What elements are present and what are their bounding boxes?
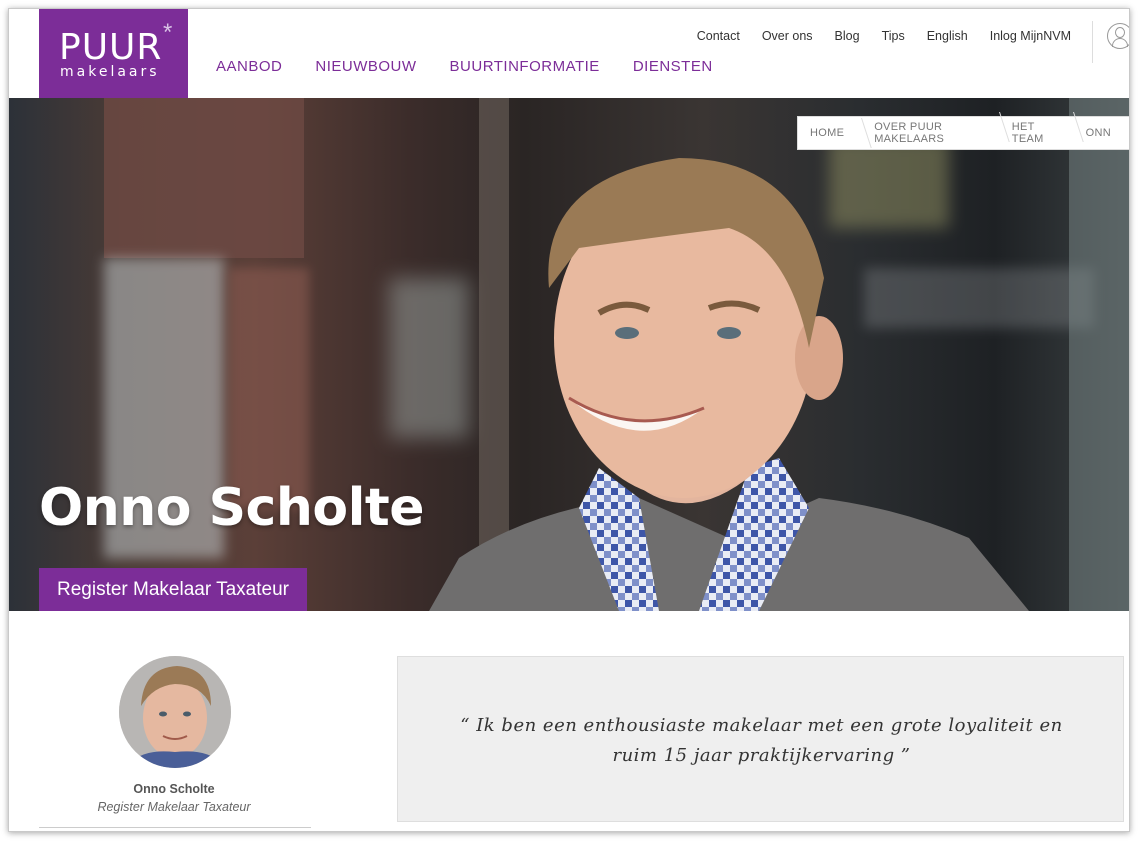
link-contact[interactable]: Contact	[697, 29, 740, 43]
background-blur	[229, 268, 309, 508]
background-blur	[104, 98, 304, 258]
logo-name: PUUR	[59, 27, 163, 68]
link-inlog-mijnnvm[interactable]: Inlog MijnNVM	[990, 29, 1071, 43]
profile-divider	[39, 827, 311, 828]
nav-buurtinformatie[interactable]: BUURTINFORMATIE	[450, 58, 600, 75]
nav-diensten[interactable]: DIENSTEN	[633, 58, 713, 75]
logo[interactable]: PUUR * makelaars	[39, 9, 188, 98]
breadcrumb-current: ONN	[1085, 127, 1111, 139]
header-divider	[1092, 21, 1093, 63]
hero-portrait-photo	[429, 158, 1029, 611]
nav-nieuwbouw[interactable]: NIEUWBOUW	[315, 58, 416, 75]
top-links: Contact Over ons Blog Tips English Inlog…	[697, 29, 1071, 43]
link-english[interactable]: English	[927, 29, 968, 43]
profile-avatar	[119, 656, 231, 768]
quote-text: “ Ik ben een enthousiaste makelaar met e…	[460, 715, 1063, 766]
breadcrumb: HOME OVER PUUR MAKELAARS HET TEAM ONN	[797, 116, 1129, 150]
profile-name: Onno Scholte	[133, 782, 215, 796]
hero-name: Onno Scholte	[39, 478, 425, 538]
user-account-icon[interactable]	[1107, 23, 1129, 49]
breadcrumb-home[interactable]: HOME	[798, 127, 862, 139]
breadcrumb-het-team[interactable]: HET TEAM	[1000, 121, 1074, 145]
breadcrumb-over-puur-makelaars[interactable]: OVER PUUR MAKELAARS	[862, 121, 1000, 145]
browser-frame: PUUR * makelaars AANBOD NIEUWBOUW BUURTI…	[8, 8, 1130, 832]
quote-box: “ Ik ben een enthousiaste makelaar met e…	[397, 656, 1124, 822]
link-over-ons[interactable]: Over ons	[762, 29, 813, 43]
logo-subtitle: makelaars	[60, 64, 160, 80]
main-nav: AANBOD NIEUWBOUW BUURTINFORMATIE DIENSTE…	[216, 58, 713, 75]
hero-banner: HOME OVER PUUR MAKELAARS HET TEAM ONN On…	[9, 98, 1129, 611]
link-blog[interactable]: Blog	[835, 29, 860, 43]
site-header: PUUR * makelaars AANBOD NIEUWBOUW BUURTI…	[9, 9, 1129, 98]
link-tips[interactable]: Tips	[882, 29, 905, 43]
profile-role: Register Makelaar Taxateur	[97, 800, 251, 814]
background-blur	[1069, 98, 1129, 611]
logo-star-icon: *	[163, 19, 173, 46]
hero-job-title: Register Makelaar Taxateur	[39, 568, 307, 611]
nav-aanbod[interactable]: AANBOD	[216, 58, 282, 75]
